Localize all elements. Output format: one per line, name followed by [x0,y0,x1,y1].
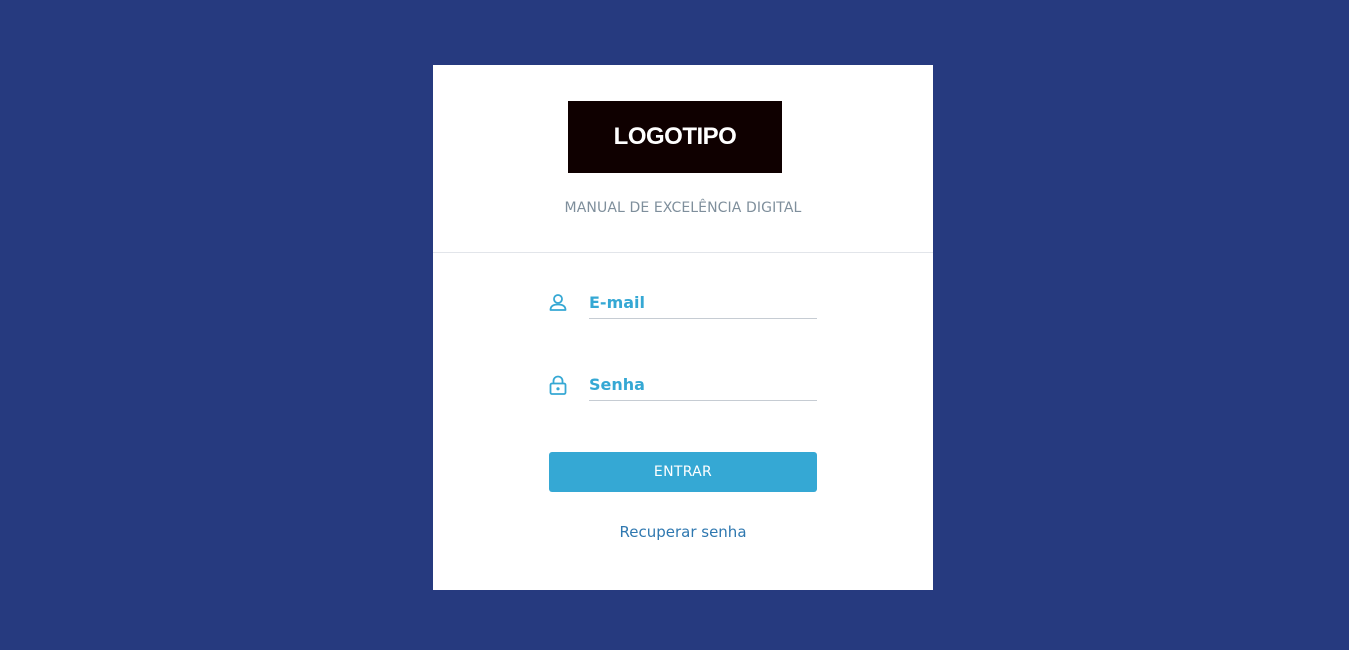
logo-text: LOGOTIPO [613,123,737,150]
password-input[interactable] [589,369,817,401]
page-subtitle: MANUAL DE EXCELÊNCIA DIGITAL [564,200,802,216]
user-icon [549,293,567,313]
logo: LOGOTIPO [568,101,782,173]
card-header: LOGOTIPO MANUAL DE EXCELÊNCIA DIGITAL [433,65,933,253]
recover-password-link[interactable]: Recuperar senha [433,523,933,541]
password-field-group [549,369,817,401]
login-button[interactable]: ENTRAR [549,452,817,492]
email-field-group [549,287,817,319]
login-card: LOGOTIPO MANUAL DE EXCELÊNCIA DIGITAL EN… [433,65,933,590]
email-input[interactable] [589,287,817,319]
lock-icon [549,375,567,395]
